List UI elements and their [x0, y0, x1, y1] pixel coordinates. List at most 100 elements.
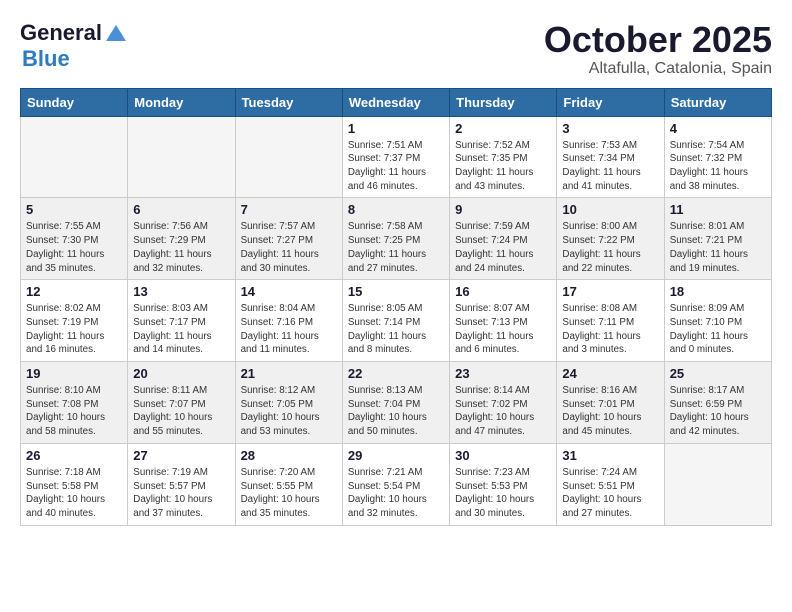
day-info: Sunrise: 7:56 AM Sunset: 7:29 PM Dayligh… [133, 220, 229, 275]
table-row: 31 Sunrise: 7:24 AM Sunset: 5:51 PM Dayli… [557, 443, 664, 525]
col-thursday: Thursday [450, 88, 557, 116]
day-info: Sunrise: 7:18 AM Sunset: 5:58 PM Dayligh… [26, 466, 122, 521]
calendar-week-row: 5Sunrise: 7:55 AM Sunset: 7:30 PM Daylig… [21, 198, 772, 280]
day-info: Sunrise: 7:21 AM Sunset: 5:54 PM Dayligh… [348, 466, 444, 521]
day-info: Sunrise: 7:53 AM Sunset: 7:34 PM Dayligh… [562, 139, 658, 194]
calendar-week-row: 26 Sunrise: 7:18 AM Sunset: 5:58 PM Dayli… [21, 443, 772, 525]
table-row: 5Sunrise: 7:55 AM Sunset: 7:30 PM Daylig… [21, 198, 128, 280]
day-number: 30 [455, 448, 551, 463]
day-info: Sunrise: 8:02 AM Sunset: 7:19 PM Dayligh… [26, 302, 122, 357]
logo-arrow-icon [106, 25, 126, 41]
table-row: 11Sunrise: 8:01 AM Sunset: 7:21 PM Dayli… [664, 198, 771, 280]
day-number: 23 [455, 366, 551, 381]
day-number: 24 [562, 366, 658, 381]
day-info: Sunrise: 8:00 AM Sunset: 7:22 PM Dayligh… [562, 220, 658, 275]
day-number: 19 [26, 366, 122, 381]
day-info: Sunrise: 7:55 AM Sunset: 7:30 PM Dayligh… [26, 220, 122, 275]
table-row: 26 Sunrise: 7:18 AM Sunset: 5:58 PM Dayli… [21, 443, 128, 525]
day-number: 26 [26, 448, 122, 463]
page-header: General Blue October 2025 Altafulla, Cat… [20, 20, 772, 78]
day-info: Sunrise: 8:08 AM Sunset: 7:11 PM Dayligh… [562, 302, 658, 357]
table-row: 12 Sunrise: 8:02 AM Sunset: 7:19 PM Dayli… [21, 280, 128, 362]
table-row: 23 Sunrise: 8:14 AM Sunset: 7:02 PM Dayli… [450, 362, 557, 444]
location: Altafulla, Catalonia, Spain [544, 60, 772, 78]
day-number: 17 [562, 284, 658, 299]
day-number: 7 [241, 202, 337, 217]
table-row: 1Sunrise: 7:51 AM Sunset: 7:37 PM Daylig… [342, 116, 449, 198]
table-row: 4 Sunrise: 7:54 AM Sunset: 7:32 PM Daylig… [664, 116, 771, 198]
day-number: 11 [670, 202, 766, 217]
day-info: Sunrise: 8:11 AM Sunset: 7:07 PM Dayligh… [133, 384, 229, 439]
day-info: Sunrise: 7:23 AM Sunset: 5:53 PM Dayligh… [455, 466, 551, 521]
table-row: 6Sunrise: 7:56 AM Sunset: 7:29 PM Daylig… [128, 198, 235, 280]
calendar-table: Sunday Monday Tuesday Wednesday Thursday… [20, 88, 772, 526]
table-row: 27Sunrise: 7:19 AM Sunset: 5:57 PM Dayli… [128, 443, 235, 525]
table-row [235, 116, 342, 198]
day-info: Sunrise: 7:52 AM Sunset: 7:35 PM Dayligh… [455, 139, 551, 194]
table-row: 9Sunrise: 7:59 AM Sunset: 7:24 PM Daylig… [450, 198, 557, 280]
day-number: 21 [241, 366, 337, 381]
day-info: Sunrise: 8:17 AM Sunset: 6:59 PM Dayligh… [670, 384, 766, 439]
day-number: 10 [562, 202, 658, 217]
day-info: Sunrise: 7:57 AM Sunset: 7:27 PM Dayligh… [241, 220, 337, 275]
table-row: 19 Sunrise: 8:10 AM Sunset: 7:08 PM Dayli… [21, 362, 128, 444]
col-saturday: Saturday [664, 88, 771, 116]
day-info: Sunrise: 8:12 AM Sunset: 7:05 PM Dayligh… [241, 384, 337, 439]
day-number: 22 [348, 366, 444, 381]
table-row [21, 116, 128, 198]
day-info: Sunrise: 7:20 AM Sunset: 5:55 PM Dayligh… [241, 466, 337, 521]
month-title: October 2025 [544, 20, 772, 60]
table-row: 2 Sunrise: 7:52 AM Sunset: 7:35 PM Daylig… [450, 116, 557, 198]
table-row: 7 Sunrise: 7:57 AM Sunset: 7:27 PM Daylig… [235, 198, 342, 280]
day-info: Sunrise: 8:04 AM Sunset: 7:16 PM Dayligh… [241, 302, 337, 357]
day-number: 31 [562, 448, 658, 463]
day-number: 4 [670, 121, 766, 136]
day-info: Sunrise: 7:59 AM Sunset: 7:24 PM Dayligh… [455, 220, 551, 275]
table-row: 10 Sunrise: 8:00 AM Sunset: 7:22 PM Dayli… [557, 198, 664, 280]
day-number: 18 [670, 284, 766, 299]
table-row: 3 Sunrise: 7:53 AM Sunset: 7:34 PM Daylig… [557, 116, 664, 198]
day-info: Sunrise: 8:10 AM Sunset: 7:08 PM Dayligh… [26, 384, 122, 439]
day-number: 2 [455, 121, 551, 136]
table-row: 8 Sunrise: 7:58 AM Sunset: 7:25 PM Daylig… [342, 198, 449, 280]
logo-blue-text: Blue [22, 46, 70, 71]
day-number: 28 [241, 448, 337, 463]
calendar-week-row: 12 Sunrise: 8:02 AM Sunset: 7:19 PM Dayli… [21, 280, 772, 362]
table-row: 28 Sunrise: 7:20 AM Sunset: 5:55 PM Dayli… [235, 443, 342, 525]
day-number: 3 [562, 121, 658, 136]
day-info: Sunrise: 8:05 AM Sunset: 7:14 PM Dayligh… [348, 302, 444, 357]
table-row: 18 Sunrise: 8:09 AM Sunset: 7:10 PM Dayli… [664, 280, 771, 362]
day-info: Sunrise: 7:54 AM Sunset: 7:32 PM Dayligh… [670, 139, 766, 194]
day-info: Sunrise: 8:07 AM Sunset: 7:13 PM Dayligh… [455, 302, 551, 357]
day-info: Sunrise: 8:03 AM Sunset: 7:17 PM Dayligh… [133, 302, 229, 357]
table-row [664, 443, 771, 525]
day-number: 1 [348, 121, 444, 136]
table-row: 29Sunrise: 7:21 AM Sunset: 5:54 PM Dayli… [342, 443, 449, 525]
table-row: 13Sunrise: 8:03 AM Sunset: 7:17 PM Dayli… [128, 280, 235, 362]
day-number: 8 [348, 202, 444, 217]
title-block: October 2025 Altafulla, Catalonia, Spain [544, 20, 772, 78]
table-row: 22 Sunrise: 8:13 AM Sunset: 7:04 PM Dayli… [342, 362, 449, 444]
table-row: 24Sunrise: 8:16 AM Sunset: 7:01 PM Dayli… [557, 362, 664, 444]
table-row: 20Sunrise: 8:11 AM Sunset: 7:07 PM Dayli… [128, 362, 235, 444]
table-row [128, 116, 235, 198]
table-row: 16 Sunrise: 8:07 AM Sunset: 7:13 PM Dayli… [450, 280, 557, 362]
col-friday: Friday [557, 88, 664, 116]
logo: General Blue [20, 20, 126, 72]
col-sunday: Sunday [21, 88, 128, 116]
day-number: 27 [133, 448, 229, 463]
calendar-header-row: Sunday Monday Tuesday Wednesday Thursday… [21, 88, 772, 116]
day-info: Sunrise: 8:14 AM Sunset: 7:02 PM Dayligh… [455, 384, 551, 439]
day-info: Sunrise: 7:58 AM Sunset: 7:25 PM Dayligh… [348, 220, 444, 275]
day-info: Sunrise: 7:24 AM Sunset: 5:51 PM Dayligh… [562, 466, 658, 521]
day-number: 12 [26, 284, 122, 299]
logo-text: General [20, 20, 102, 46]
day-number: 14 [241, 284, 337, 299]
table-row: 14 Sunrise: 8:04 AM Sunset: 7:16 PM Dayli… [235, 280, 342, 362]
day-info: Sunrise: 8:09 AM Sunset: 7:10 PM Dayligh… [670, 302, 766, 357]
calendar-week-row: 1Sunrise: 7:51 AM Sunset: 7:37 PM Daylig… [21, 116, 772, 198]
calendar-week-row: 19 Sunrise: 8:10 AM Sunset: 7:08 PM Dayli… [21, 362, 772, 444]
day-info: Sunrise: 8:13 AM Sunset: 7:04 PM Dayligh… [348, 384, 444, 439]
day-number: 16 [455, 284, 551, 299]
col-wednesday: Wednesday [342, 88, 449, 116]
